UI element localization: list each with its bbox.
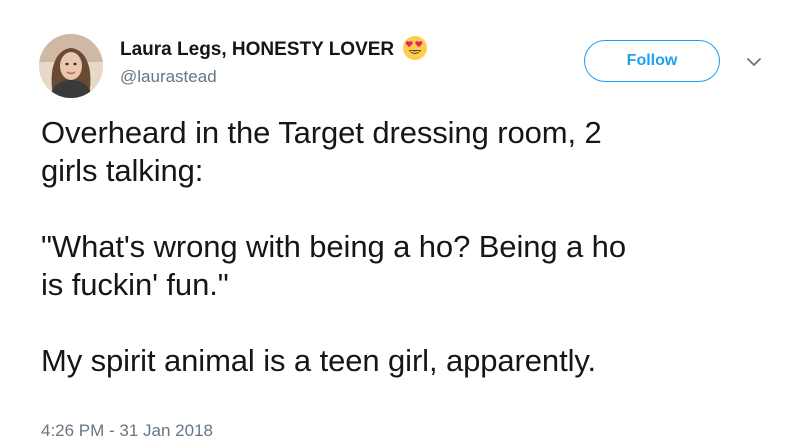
heart-eyes-emoji-icon [402,35,428,61]
tweet-author[interactable]: Laura Legs, HONESTY LOVER @laurastead [120,35,428,87]
chevron-down-icon[interactable] [744,52,764,72]
tweet-text-line: girls talking: [41,153,204,188]
display-name-row: Laura Legs, HONESTY LOVER [120,35,428,62]
avatar[interactable] [39,34,103,98]
tweet-text: Overheard in the Target dressing room, 2… [41,114,761,380]
display-name[interactable]: Laura Legs, HONESTY LOVER [120,39,394,61]
tweet-text-line: Overheard in the Target dressing room, 2 [41,115,602,150]
follow-button[interactable]: Follow [584,40,720,82]
tweet-text-line: My spirit animal is a teen girl, apparen… [41,343,596,378]
tweet-timestamp[interactable]: 4:26 PM - 31 Jan 2018 [41,421,213,441]
tweet-text-line: is fuckin' fun." [41,267,229,302]
tweet-text-line: "What's wrong with being a ho? Being a h… [41,229,626,264]
tweet-card: Laura Legs, HONESTY LOVER @laurastead Fo… [0,0,800,446]
username-handle[interactable]: @laurastead [120,67,428,87]
